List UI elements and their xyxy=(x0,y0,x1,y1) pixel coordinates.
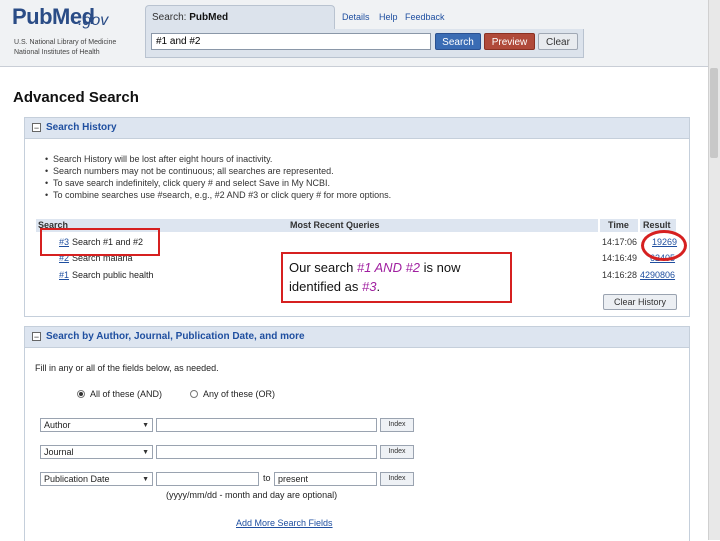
date-end-value: present xyxy=(278,474,309,484)
field-select-value: Author xyxy=(44,420,71,430)
search-label-prefix: Search: xyxy=(152,12,187,23)
author-search-title[interactable]: Search by Author, Journal, Publication D… xyxy=(46,331,305,342)
highlight-box xyxy=(40,228,160,256)
query-text: Search public health xyxy=(72,270,154,280)
index-button[interactable]: Index xyxy=(380,472,414,486)
search-history-header[interactable] xyxy=(25,118,689,139)
callout-text: . xyxy=(376,279,381,294)
fields-instructions: Fill in any or all of the fields below, … xyxy=(35,363,219,373)
callout-emphasis: #1 AND #2 xyxy=(356,260,421,275)
feedback-link[interactable]: Feedback xyxy=(405,12,445,22)
clear-history-button[interactable]: Clear History xyxy=(603,294,677,310)
search-input[interactable] xyxy=(151,33,431,50)
history-note: Search numbers may not be continuous; al… xyxy=(45,166,334,176)
field-select-value: Publication Date xyxy=(44,474,110,484)
field-select-author[interactable]: Author ▼ xyxy=(40,418,153,432)
author-search-panel xyxy=(24,326,690,541)
field-select-journal[interactable]: Journal ▼ xyxy=(40,445,153,459)
author-input[interactable] xyxy=(156,418,377,432)
help-link[interactable]: Help xyxy=(379,12,398,22)
page-title: Advanced Search xyxy=(13,89,139,106)
history-note: To combine searches use #search, e.g., #… xyxy=(45,190,391,200)
search-database-label[interactable]: Search: PubMed xyxy=(152,12,228,23)
journal-input[interactable] xyxy=(156,445,377,459)
search-database-name: PubMed xyxy=(189,12,229,23)
radio-all-label[interactable]: All of these (AND) xyxy=(90,389,162,399)
org-line-nih: National Institutes of Health xyxy=(14,49,100,56)
column-time[interactable]: Time xyxy=(600,219,638,232)
column-queries: Most Recent Queries xyxy=(290,220,380,230)
query-time: 14:16:49 xyxy=(602,253,638,263)
radio-any-or[interactable] xyxy=(190,390,198,398)
scrollbar-thumb[interactable] xyxy=(710,68,718,158)
radio-all-and[interactable] xyxy=(77,390,85,398)
org-line-nlm: U.S. National Library of Medicine xyxy=(14,39,117,46)
result-count-link[interactable]: 4290806 xyxy=(640,270,675,280)
highlight-circle xyxy=(641,230,687,261)
chevron-down-icon: ▼ xyxy=(142,476,149,483)
date-to-label: to xyxy=(263,473,271,483)
chevron-down-icon: ▼ xyxy=(142,449,149,456)
history-note: To save search indefinitely, click query… xyxy=(45,178,330,188)
callout-text: Our search xyxy=(289,260,357,275)
add-more-fields-link[interactable]: Add More Search Fields xyxy=(236,518,333,528)
clear-button[interactable]: Clear xyxy=(538,33,578,50)
collapse-icon[interactable]: − xyxy=(32,123,41,133)
callout-emphasis: #3 xyxy=(362,279,377,294)
search-history-title[interactable]: Search History xyxy=(46,122,117,133)
chevron-down-icon: ▼ xyxy=(142,422,149,429)
query-time: 14:16:28 xyxy=(602,270,638,280)
date-start-input[interactable] xyxy=(156,472,259,486)
query-number-link[interactable]: #1 xyxy=(59,270,69,280)
details-link[interactable]: Details xyxy=(342,12,370,22)
history-note: Search History will be lost after eight … xyxy=(45,154,272,164)
date-end-input[interactable]: present xyxy=(274,472,377,486)
preview-button[interactable]: Preview xyxy=(484,33,535,50)
field-select-pubdate[interactable]: Publication Date ▼ xyxy=(40,472,153,486)
date-format-hint: (yyyy/mm/dd - month and day are optional… xyxy=(166,490,338,500)
callout-annotation: Our search #1 AND #2 is now identified a… xyxy=(281,252,512,303)
index-button[interactable]: Index xyxy=(380,418,414,432)
field-select-value: Journal xyxy=(44,447,74,457)
query-time: 14:17:06 xyxy=(602,237,638,247)
pubmed-logo-gov: .gov xyxy=(78,12,109,29)
radio-any-label[interactable]: Any of these (OR) xyxy=(203,389,275,399)
index-button[interactable]: Index xyxy=(380,445,414,459)
search-button[interactable]: Search xyxy=(435,33,481,50)
collapse-icon[interactable]: − xyxy=(32,332,41,342)
